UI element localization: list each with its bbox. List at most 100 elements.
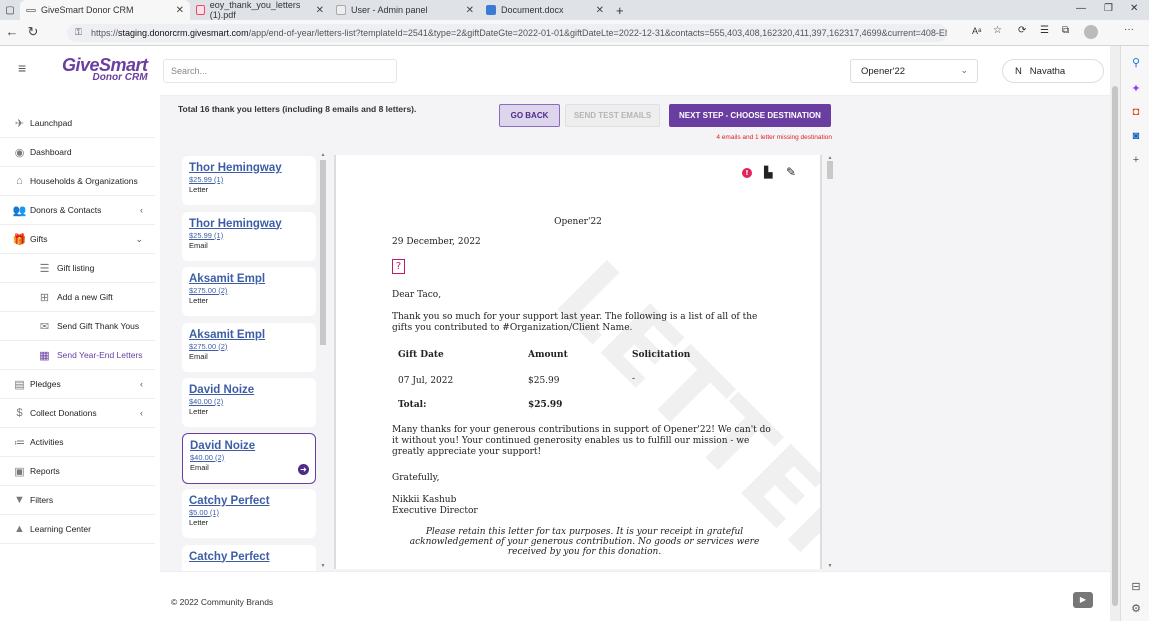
sidebar-item-launchpad[interactable]: ✈ Launchpad (0, 109, 155, 138)
recipient-card[interactable]: David Noize $40.00 (2) Letter (182, 378, 316, 427)
more-menu-icon[interactable]: ··· (1124, 24, 1134, 35)
recipient-amount[interactable]: $275.00 (2) (189, 342, 309, 351)
letter-org: Opener'22 (554, 217, 602, 227)
sidebar-item-collect-donations[interactable]: $ Collect Donations ‹ (0, 399, 155, 428)
recipient-name[interactable]: Thor Hemingway (189, 162, 309, 174)
outlook-icon[interactable]: ◙ (1129, 130, 1143, 142)
restore-icon[interactable]: ❐ (1104, 3, 1113, 14)
refresh-icon[interactable]: ↻ (24, 24, 42, 40)
extensions-icon[interactable]: ⟳ (1018, 25, 1026, 36)
recipient-name[interactable]: Thor Hemingway (189, 218, 309, 230)
back-arrow-icon[interactable]: ← (3, 24, 21, 39)
split-screen-icon[interactable]: ⊟ (1129, 580, 1143, 593)
send-test-emails-button[interactable]: SEND TEST EMAILS (565, 104, 660, 127)
browser-tab-admin[interactable]: User - Admin panel ✕ (330, 0, 480, 20)
read-aloud-icon[interactable]: Aᵃ (972, 26, 981, 36)
recipient-card[interactable]: Catchy Perfect $5.00 (1) Letter (182, 489, 316, 538)
next-step-choose-destination-button[interactable]: NEXT STEP - CHOOSE DESTINATION (669, 104, 831, 127)
add-icon[interactable]: + (1129, 154, 1143, 166)
recipient-amount[interactable]: $5.00 (1) (189, 508, 309, 517)
recipient-card[interactable]: Catchy Perfect (182, 544, 316, 575)
letter-date: 29 December, 2022 (392, 237, 481, 247)
recipient-name[interactable]: Aksamit Empl (189, 273, 309, 285)
sidebar-item-dashboard[interactable]: ◉ Dashboard (0, 138, 155, 167)
search-icon[interactable]: ⚲ (1129, 56, 1143, 69)
browser-tab-docx[interactable]: Document.docx ✕ (480, 0, 610, 20)
recipient-name[interactable]: David Noize (189, 384, 309, 396)
recipient-list-scrollbar[interactable]: ▲ ▼ (319, 152, 327, 569)
close-tab-icon[interactable]: ✕ (596, 5, 604, 16)
recipient-amount[interactable]: $25.99 (1) (189, 231, 309, 240)
envelope-icon: ✉ (39, 320, 50, 333)
scroll-thumb[interactable] (1112, 86, 1118, 606)
tab-actions-icon[interactable]: ▢ (0, 5, 20, 16)
sidebar-item-households-organizations[interactable]: ⌂ Households & Organizations (0, 167, 155, 196)
sidebar-item-pledges[interactable]: ▤ Pledges ‹ (0, 370, 155, 399)
sparkle-icon[interactable]: ✦ (1129, 82, 1143, 95)
search-input[interactable]: Search... (163, 59, 397, 83)
minimize-icon[interactable]: — (1076, 3, 1086, 14)
error-alert-icon[interactable]: ! (742, 168, 752, 178)
favorites-icon[interactable]: ☰ (1040, 25, 1049, 36)
givesmart-logo[interactable]: GiveSmart Donor CRM (62, 56, 148, 83)
profile-avatar[interactable] (1084, 25, 1098, 39)
browser-tab-crm[interactable]: GiveSmart Donor CRM ✕ (20, 0, 190, 20)
close-tab-icon[interactable]: ✕ (316, 5, 324, 16)
collections-icon[interactable]: ⧉ (1062, 25, 1069, 36)
sidebar-item-reports[interactable]: ▣ Reports (0, 457, 155, 486)
arrow-right-circle-icon[interactable]: ➜ (298, 463, 309, 475)
gift-table-total: Total: $25.99 (398, 394, 738, 418)
sidebar-item-activities[interactable]: ≔ Activities (0, 428, 155, 457)
recipient-type: Email (189, 351, 208, 361)
sidebar-item-donors-contacts[interactable]: 👥 Donors & Contacts ‹ (0, 196, 155, 225)
sidebar-item-add-a-new-gift[interactable]: ⊞ Add a new Gift (0, 283, 155, 312)
recipient-card[interactable]: Thor Hemingway $25.99 (1) Letter (182, 156, 316, 205)
edit-icon[interactable]: ✎ (786, 165, 796, 179)
scroll-down-arrow-icon[interactable]: ▼ (826, 563, 834, 569)
recipient-card[interactable]: Aksamit Empl $275.00 (2) Letter (182, 267, 316, 316)
user-menu[interactable]: N Navatha (1002, 59, 1104, 83)
user-name: Navatha (1029, 66, 1066, 77)
browser-tab-pdf[interactable]: eoy_thank_you_letters (1).pdf ✕ (190, 0, 330, 20)
sidebar-item-send-gift-thank-yous[interactable]: ✉ Send Gift Thank Yous (0, 312, 155, 341)
pdf-download-icon[interactable]: ▙ (764, 166, 772, 179)
close-tab-icon[interactable]: ✕ (176, 5, 184, 16)
main-content: Total 16 thank you letters (including 8 … (160, 96, 1110, 575)
sidebar-item-learning-center[interactable]: ▲ Learning Center (0, 515, 155, 544)
scroll-thumb[interactable] (320, 160, 326, 345)
recipient-amount[interactable]: $40.00 (2) (189, 397, 309, 406)
settings-gear-icon[interactable]: ⚙ (1129, 602, 1143, 615)
recipient-amount[interactable]: $25.99 (1) (189, 175, 309, 184)
recipient-card[interactable]: Aksamit Empl $275.00 (2) Email (182, 322, 316, 372)
letter-signer-title: Executive Director (392, 506, 478, 516)
page-scrollbar[interactable] (1110, 46, 1120, 621)
letter-preview-scrollbar[interactable]: ▲ ▼ (826, 155, 834, 569)
scroll-thumb[interactable] (827, 161, 833, 179)
recipient-amount[interactable]: $275.00 (2) (189, 286, 309, 295)
scroll-up-arrow-icon[interactable]: ▲ (319, 152, 327, 158)
close-window-icon[interactable]: ✕ (1130, 3, 1138, 14)
hamburger-menu-icon[interactable]: ≡ (18, 60, 26, 76)
go-back-button[interactable]: GO BACK (499, 104, 560, 127)
recipient-name[interactable]: Catchy Perfect (189, 551, 309, 563)
recipient-card[interactable]: Thor Hemingway $25.99 (1) Email (182, 211, 316, 261)
recipient-name[interactable]: David Noize (190, 440, 308, 452)
sidebar-item-gifts[interactable]: 🎁 Gifts ⌄ (0, 225, 155, 254)
chevron-down-icon: ⌄ (135, 233, 143, 244)
recipient-amount[interactable]: $40.00 (2) (190, 453, 308, 462)
favorite-star-icon[interactable]: ☆ (993, 25, 1002, 36)
sidebar-item-gift-listing[interactable]: ☰ Gift listing (0, 254, 155, 283)
video-play-icon[interactable]: ▶ (1073, 592, 1093, 608)
recipient-card[interactable]: David Noize $40.00 (2) Email ➜ (182, 432, 316, 484)
recipient-name[interactable]: Aksamit Empl (189, 329, 309, 341)
close-tab-icon[interactable]: ✕ (466, 5, 474, 16)
url-field[interactable]: ⚿ https://staging.donorcrm.givesmart.com… (67, 24, 947, 42)
organization-select[interactable]: Opener'22 ⌄ (850, 59, 978, 83)
recipient-name[interactable]: Catchy Perfect (189, 495, 309, 507)
sidebar-item-send-year-end-letters[interactable]: ▦ Send Year-End Letters (0, 341, 155, 370)
donate-icon: $ (16, 407, 23, 419)
new-tab-icon[interactable]: + (616, 3, 624, 18)
scroll-down-arrow-icon[interactable]: ▼ (319, 563, 327, 569)
sidebar-item-filters[interactable]: ▼ Filters (0, 486, 155, 515)
office-icon[interactable]: ◘ (1129, 106, 1143, 118)
